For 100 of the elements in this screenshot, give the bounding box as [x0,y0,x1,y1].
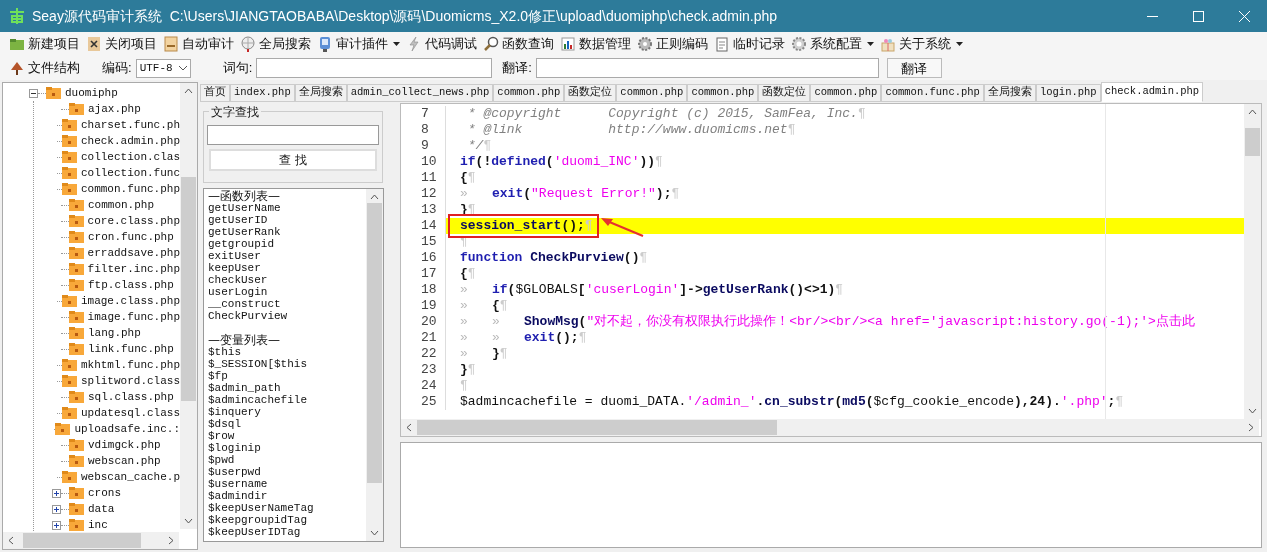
tab[interactable]: common.php [493,84,565,102]
tab[interactable]: check.admin.php [1100,82,1204,102]
folder-item[interactable]: duomiphp [65,84,118,102]
symbol-item[interactable]: $pwd [208,454,366,466]
symbol-item[interactable]: $keepUserIDTag [208,526,366,538]
toolbar-button[interactable]: 全局搜索 [239,33,312,55]
scrollbar-thumb[interactable] [181,177,196,401]
folder-item[interactable]: inc [88,516,108,532]
expand-toggle[interactable] [52,488,61,498]
file-item[interactable]: image.class.php [80,292,180,310]
file-item[interactable]: splitword.class [80,372,180,390]
symbol-item[interactable]: userLogin [208,286,366,298]
horizontal-scrollbar[interactable] [3,532,179,549]
vertical-scrollbar[interactable] [366,189,383,541]
toolbar-button[interactable]: 关闭项目 [85,33,158,55]
tab[interactable]: common.func.php [881,84,984,102]
translate-button[interactable]: 翻译 [886,58,942,78]
tab[interactable]: 函数定位 [564,84,617,102]
query-field[interactable] [256,58,493,78]
file-item[interactable]: webscan_cache.p [80,468,180,486]
file-item[interactable]: cron.func.php [88,228,174,246]
symbol-item[interactable]: keepUser [208,262,366,274]
file-item[interactable]: updatesql.class [80,404,180,422]
file-item[interactable]: erraddsave.php [87,244,180,262]
toolbar-button[interactable]: 关于系统 [879,33,964,55]
tab[interactable]: 全局搜索 [294,84,347,102]
symbol-item[interactable]: $keepUserNameTag [208,502,366,514]
symbol-item[interactable]: $userpwd [208,466,366,478]
symbol-item[interactable]: getUserName [208,202,366,214]
symbol-item[interactable]: $admincachefile [208,394,366,406]
tab[interactable]: admin_collect_news.php [346,84,494,102]
file-item[interactable]: filter.inc.php [87,260,180,278]
file-item[interactable]: webscan.php [88,452,161,470]
symbol-item[interactable]: $admindir [208,490,366,502]
toolbar-button[interactable]: 审计插件 [316,33,401,55]
symbol-item[interactable]: $fp [208,370,366,382]
symbol-item[interactable]: $inquery [208,406,366,418]
symbol-item[interactable]: checkUser [208,274,366,286]
file-item[interactable]: ajax.php [88,100,141,118]
file-item[interactable]: ftp.class.php [88,276,174,294]
folder-item[interactable]: data [88,500,115,518]
symbol-item[interactable]: $row [208,430,366,442]
file-item[interactable]: lang.php [88,324,141,342]
file-item[interactable]: collection.func [80,164,180,182]
symbol-item[interactable]: getUserID [208,214,366,226]
symbol-item[interactable]: exitUser [208,250,366,262]
file-item[interactable]: link.func.php [88,340,174,358]
scrollbar-thumb[interactable] [23,533,141,548]
folder-item[interactable]: crons [88,484,121,502]
file-item[interactable]: uploadsafe.inc.: [74,420,180,438]
scrollbar-thumb[interactable] [417,420,777,435]
collapse-toggle[interactable] [29,88,38,98]
file-item[interactable]: check.admin.php [80,132,180,150]
tab[interactable]: 首页 [200,84,230,102]
symbol-item[interactable]: CheckPurview [208,310,366,322]
toolbar-button[interactable]: 新建项目 [8,33,81,55]
translate-field[interactable] [535,58,879,78]
file-item[interactable]: core.class.php [87,212,180,230]
symbol-item[interactable]: $this [208,346,366,358]
tab[interactable]: 全局搜索 [983,84,1036,102]
symbol-item[interactable]: $keepgroupidTag [208,514,366,526]
symbol-item[interactable]: __construct [208,298,366,310]
file-item[interactable]: image.func.php [87,308,180,326]
tab[interactable]: login.php [1035,84,1101,102]
tab[interactable]: common.php [810,84,882,102]
toolbar-button[interactable]: 临时记录 [713,33,786,55]
symbol-item[interactable]: $admin_path [208,382,366,394]
vertical-scrollbar[interactable] [180,83,197,529]
symbol-item[interactable]: $_SESSION[$this [208,358,366,370]
scrollbar-thumb[interactable] [1245,128,1260,156]
file-item[interactable]: mkhtml.func.php [80,356,180,374]
encoding-select[interactable]: UTF-8 [135,58,191,78]
toolbar-button[interactable]: 数据管理 [559,33,632,55]
vertical-scrollbar[interactable] [1244,104,1261,419]
symbol-item[interactable]: $username [208,478,366,490]
file-item[interactable]: common.php [88,196,154,214]
symbol-item[interactable]: $loginip [208,442,366,454]
file-item[interactable]: collection.clas [80,148,180,166]
file-item[interactable]: charset.func.ph [80,116,180,134]
expand-toggle[interactable] [52,520,61,530]
file-item[interactable]: common.func.php [80,180,180,198]
tab[interactable]: common.php [616,84,688,102]
file-item[interactable]: sql.class.php [88,388,174,406]
tab[interactable]: 函数定位 [758,84,811,102]
toolbar-button[interactable]: 代码调试 [405,33,478,55]
toolbar-button[interactable]: 函数查询 [482,33,555,55]
symbol-item[interactable]: $dsql [208,418,366,430]
tab[interactable]: index.php [230,84,295,102]
symbol-item[interactable]: getUserRank [208,226,366,238]
file-item[interactable]: vdimgck.php [88,436,161,454]
toolbar-button[interactable]: 系统配置 [790,33,875,55]
toolbar-button[interactable]: 自动审计 [162,33,235,55]
scrollbar-thumb[interactable] [367,203,382,483]
tab[interactable]: common.php [687,84,759,102]
find-field[interactable] [207,125,379,145]
file-structure-button[interactable]: 文件结构 [10,58,80,78]
horizontal-scrollbar[interactable] [401,419,1259,436]
symbol-item[interactable]: getgroupid [208,238,366,250]
find-button[interactable]: 查 找 [209,149,377,171]
expand-toggle[interactable] [52,504,61,514]
